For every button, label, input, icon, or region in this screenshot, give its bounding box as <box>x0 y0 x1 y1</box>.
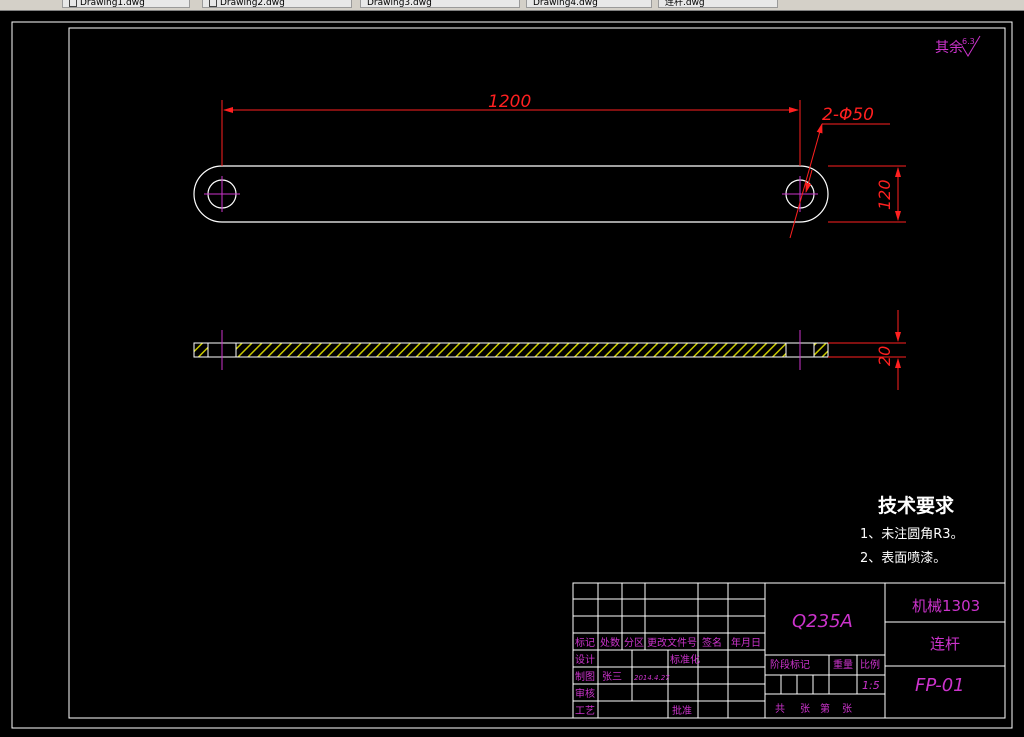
tab-label: Drawing1.dwg <box>80 0 145 8</box>
svg-text:比例: 比例 <box>860 658 880 671</box>
svg-text:2014.4.27: 2014.4.27 <box>634 674 670 682</box>
svg-text:设计: 设计 <box>575 653 595 666</box>
link-section-view[interactable] <box>193 330 829 370</box>
material-text: Q235A <box>792 611 853 632</box>
document-icon <box>209 0 217 7</box>
part-name-text: 连杆 <box>930 635 960 653</box>
tab-drawing3[interactable]: Drawing3.dwg <box>360 0 520 8</box>
tab-drawing4[interactable]: Drawing4.dwg <box>526 0 652 8</box>
svg-text:审核: 审核 <box>575 687 595 700</box>
tech-req-item-2: 2、表面喷漆。 <box>860 550 946 566</box>
svg-text:共: 共 <box>775 703 785 715</box>
svg-text:制图: 制图 <box>575 670 595 683</box>
tab-drawing2[interactable]: Drawing2.dwg <box>202 0 352 8</box>
dimension-length-text: 1200 <box>488 92 531 112</box>
dimension-thickness[interactable] <box>828 310 906 390</box>
tech-req-item-1: 1、未注圆角R3。 <box>860 527 964 542</box>
tab-label: 连杆.dwg <box>665 0 705 8</box>
svg-text:年月日: 年月日 <box>731 636 761 649</box>
document-icon <box>69 0 77 7</box>
svg-text:标准化: 标准化 <box>670 653 700 666</box>
svg-text:张三: 张三 <box>602 671 622 683</box>
cad-drawing[interactable]: 其余 6.3 1200 2-Φ50 120 20 技术要求 1、未注圆角R3。 … <box>0 11 1024 733</box>
tab-label: Drawing4.dwg <box>533 0 598 8</box>
sheet-outer-border <box>11 21 1013 729</box>
scale-text: 1:5 <box>862 679 880 692</box>
svg-text:批准: 批准 <box>672 704 692 717</box>
tab-label: Drawing2.dwg <box>220 0 285 8</box>
svg-text:阶段标记: 阶段标记 <box>770 658 810 671</box>
svg-text:张: 张 <box>800 703 810 715</box>
centerlines <box>204 176 818 212</box>
svg-text:分区: 分区 <box>624 637 644 649</box>
surface-value: 6.3 <box>962 37 975 46</box>
svg-text:重量: 重量 <box>833 658 853 671</box>
svg-text:更改文件号: 更改文件号 <box>647 636 697 649</box>
sheet-inner-border <box>68 27 1006 719</box>
drawing-no-text: FP-01 <box>915 675 965 696</box>
dimension-thickness-text: 20 <box>875 346 894 366</box>
svg-text:处数: 处数 <box>600 636 620 649</box>
link-top-view[interactable] <box>193 165 829 223</box>
document-tab-bar: Drawing1.dwg Drawing2.dwg Drawing3.dwg D… <box>0 0 1024 11</box>
tab-label: Drawing3.dwg <box>367 0 432 8</box>
dimension-height-text: 120 <box>875 179 894 210</box>
svg-text:第: 第 <box>820 702 830 715</box>
school-text: 机械1303 <box>912 597 980 615</box>
drawing-canvas[interactable]: 其余 6.3 1200 2-Φ50 120 20 技术要求 1、未注圆角R3。 … <box>0 11 1024 733</box>
svg-text:签名: 签名 <box>702 636 722 649</box>
svg-text:工艺: 工艺 <box>575 705 595 717</box>
tab-drawing1[interactable]: Drawing1.dwg <box>62 0 190 8</box>
svg-text:标记: 标记 <box>575 637 595 649</box>
dimension-height[interactable] <box>828 165 906 223</box>
tab-lianggan[interactable]: 连杆.dwg <box>658 0 778 8</box>
dimension-hole-text: 2-Φ50 <box>822 105 874 125</box>
surface-note: 其余 <box>935 39 963 56</box>
tech-req-title: 技术要求 <box>878 494 955 517</box>
svg-text:张: 张 <box>842 703 852 715</box>
